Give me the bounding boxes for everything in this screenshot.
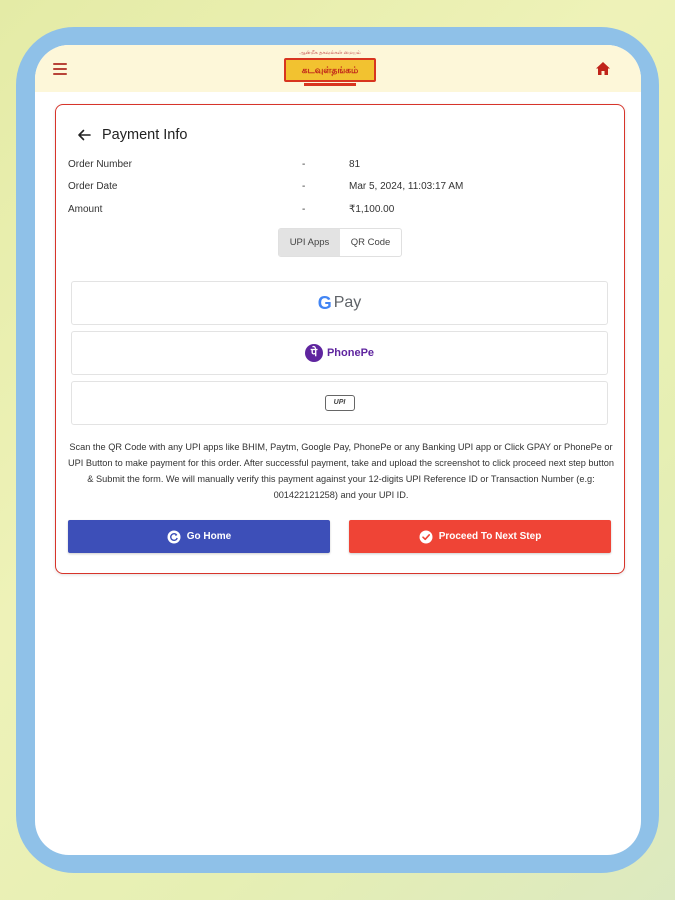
proceed-next-step-button[interactable]: Proceed To Next Step <box>349 520 611 553</box>
check-circle-icon <box>419 530 433 543</box>
gpay-logo: G Pay <box>318 293 362 314</box>
page-title: Payment Info <box>102 127 188 143</box>
order-date-value: Mar 5, 2024, 11:03:17 AM <box>349 181 464 192</box>
row-separator: - <box>302 181 306 192</box>
payment-info-card: Payment Info Order Number - 81 Order Dat… <box>55 104 625 574</box>
phonepe-logo: पे PhonePe <box>304 344 375 362</box>
amount-value: ₹1,100.00 <box>349 204 395 215</box>
payment-method-tabs: UPI Apps QR Code <box>278 228 402 257</box>
logo-underline <box>304 83 356 86</box>
row-separator: - <box>302 204 306 215</box>
back-arrow-icon[interactable] <box>76 127 92 143</box>
payment-instructions: Scan the QR Code with any UPI apps like … <box>68 442 614 500</box>
phonepe-icon: पे <box>304 344 323 362</box>
tab-qr-code[interactable]: QR Code <box>340 229 401 256</box>
phonepe-button[interactable]: पे PhonePe <box>71 331 608 375</box>
app-screen: ஆன்மீக தகவல்கள் மையம் கடவுள்தங்கம் Payme… <box>35 45 641 855</box>
row-separator: - <box>302 159 306 170</box>
proceed-label: Proceed To Next Step <box>438 531 542 542</box>
go-home-label: Go Home <box>186 531 232 542</box>
hamburger-menu-icon[interactable] <box>53 63 67 75</box>
gpay-button[interactable]: G Pay <box>71 281 608 325</box>
tab-upi-apps[interactable]: UPI Apps <box>279 229 340 256</box>
home-icon[interactable] <box>595 61 611 76</box>
order-date-row: Order Date - Mar 5, 2024, 11:03:17 AM <box>68 181 608 197</box>
upi-icon: UPI <box>324 395 355 411</box>
upi-button[interactable]: UPI <box>71 381 608 425</box>
row-label: Order Date <box>68 181 118 192</box>
logo-tagline: ஆன்மீக தகவல்கள் மையம் <box>299 50 361 56</box>
order-number-value: 81 <box>349 159 361 170</box>
app-bar: ஆன்மீக தகவல்கள் மையம் கடவுள்தங்கம் <box>35 45 641 92</box>
order-number-row: Order Number - 81 <box>68 159 608 175</box>
row-label: Order Number <box>68 159 132 170</box>
go-home-button[interactable]: Go Home <box>68 520 330 553</box>
row-label: Amount <box>68 204 103 215</box>
amount-row: Amount - ₹1,100.00 <box>68 204 608 220</box>
card-header: Payment Info <box>76 125 187 145</box>
gpay-label: Pay <box>333 294 362 311</box>
logo-plate: கடவுள்தங்கம் <box>284 58 376 82</box>
brand-logo[interactable]: ஆன்மீக தகவல்கள் மையம் கடவுள்தங்கம் <box>282 50 378 88</box>
refresh-home-icon <box>167 530 181 543</box>
phonepe-label: PhonePe <box>326 347 375 359</box>
google-g-icon: G <box>317 292 332 313</box>
